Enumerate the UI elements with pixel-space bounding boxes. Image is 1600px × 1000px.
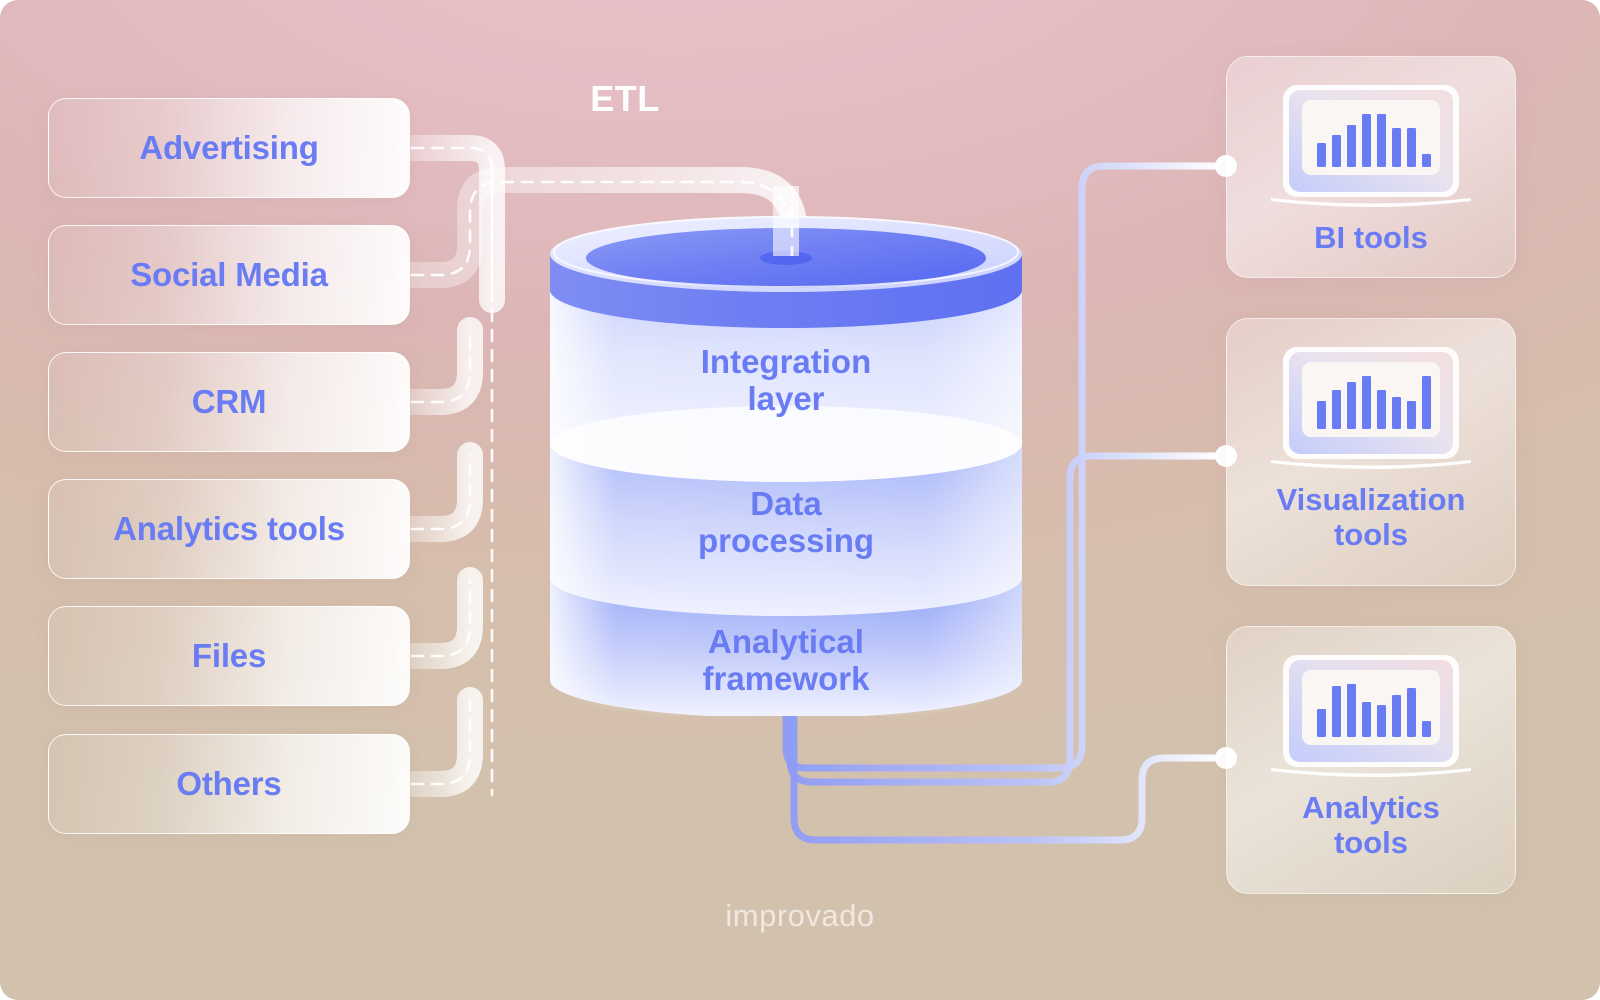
source-label: Files [191,637,267,674]
laptop-bar-chart-icon [1269,81,1473,213]
destination-label: Visualization tools [1276,482,1466,552]
destination-label: Analytics tools [1302,790,1440,860]
destination-card-analytics-tools[interactable]: Analytics tools [1226,626,1516,894]
destination-label: BI tools [1314,220,1428,255]
source-label: CRM [191,383,267,420]
source-card-others[interactable]: Others [48,734,410,834]
laptop-bar-chart-icon [1269,651,1473,783]
source-card-files[interactable]: Files [48,606,410,706]
etl-label: ETL [590,78,660,119]
source-label: Advertising [139,129,319,166]
source-card-social-media[interactable]: Social Media [48,225,410,325]
source-label: Analytics tools [113,510,345,547]
source-label: Others [176,765,282,802]
source-card-crm[interactable]: CRM [48,352,410,452]
source-label: Social Media [130,256,328,293]
laptop-bar-chart-icon [1269,343,1473,475]
destination-card-bi-tools[interactable]: BI tools [1226,56,1516,278]
cylinder-intake-hole [760,251,812,265]
data-warehouse-cylinder[interactable]: Integration layer Data processing Analyt… [546,196,1026,716]
source-card-advertising[interactable]: Advertising [48,98,410,198]
improvado-logo: improvado [725,898,875,933]
destination-card-visualization-tools[interactable]: Visualization tools [1226,318,1516,586]
source-card-analytics-tools[interactable]: Analytics tools [48,479,410,579]
diagram-canvas: ETL Advertising Social Media CRM Analyti… [0,0,1600,1000]
